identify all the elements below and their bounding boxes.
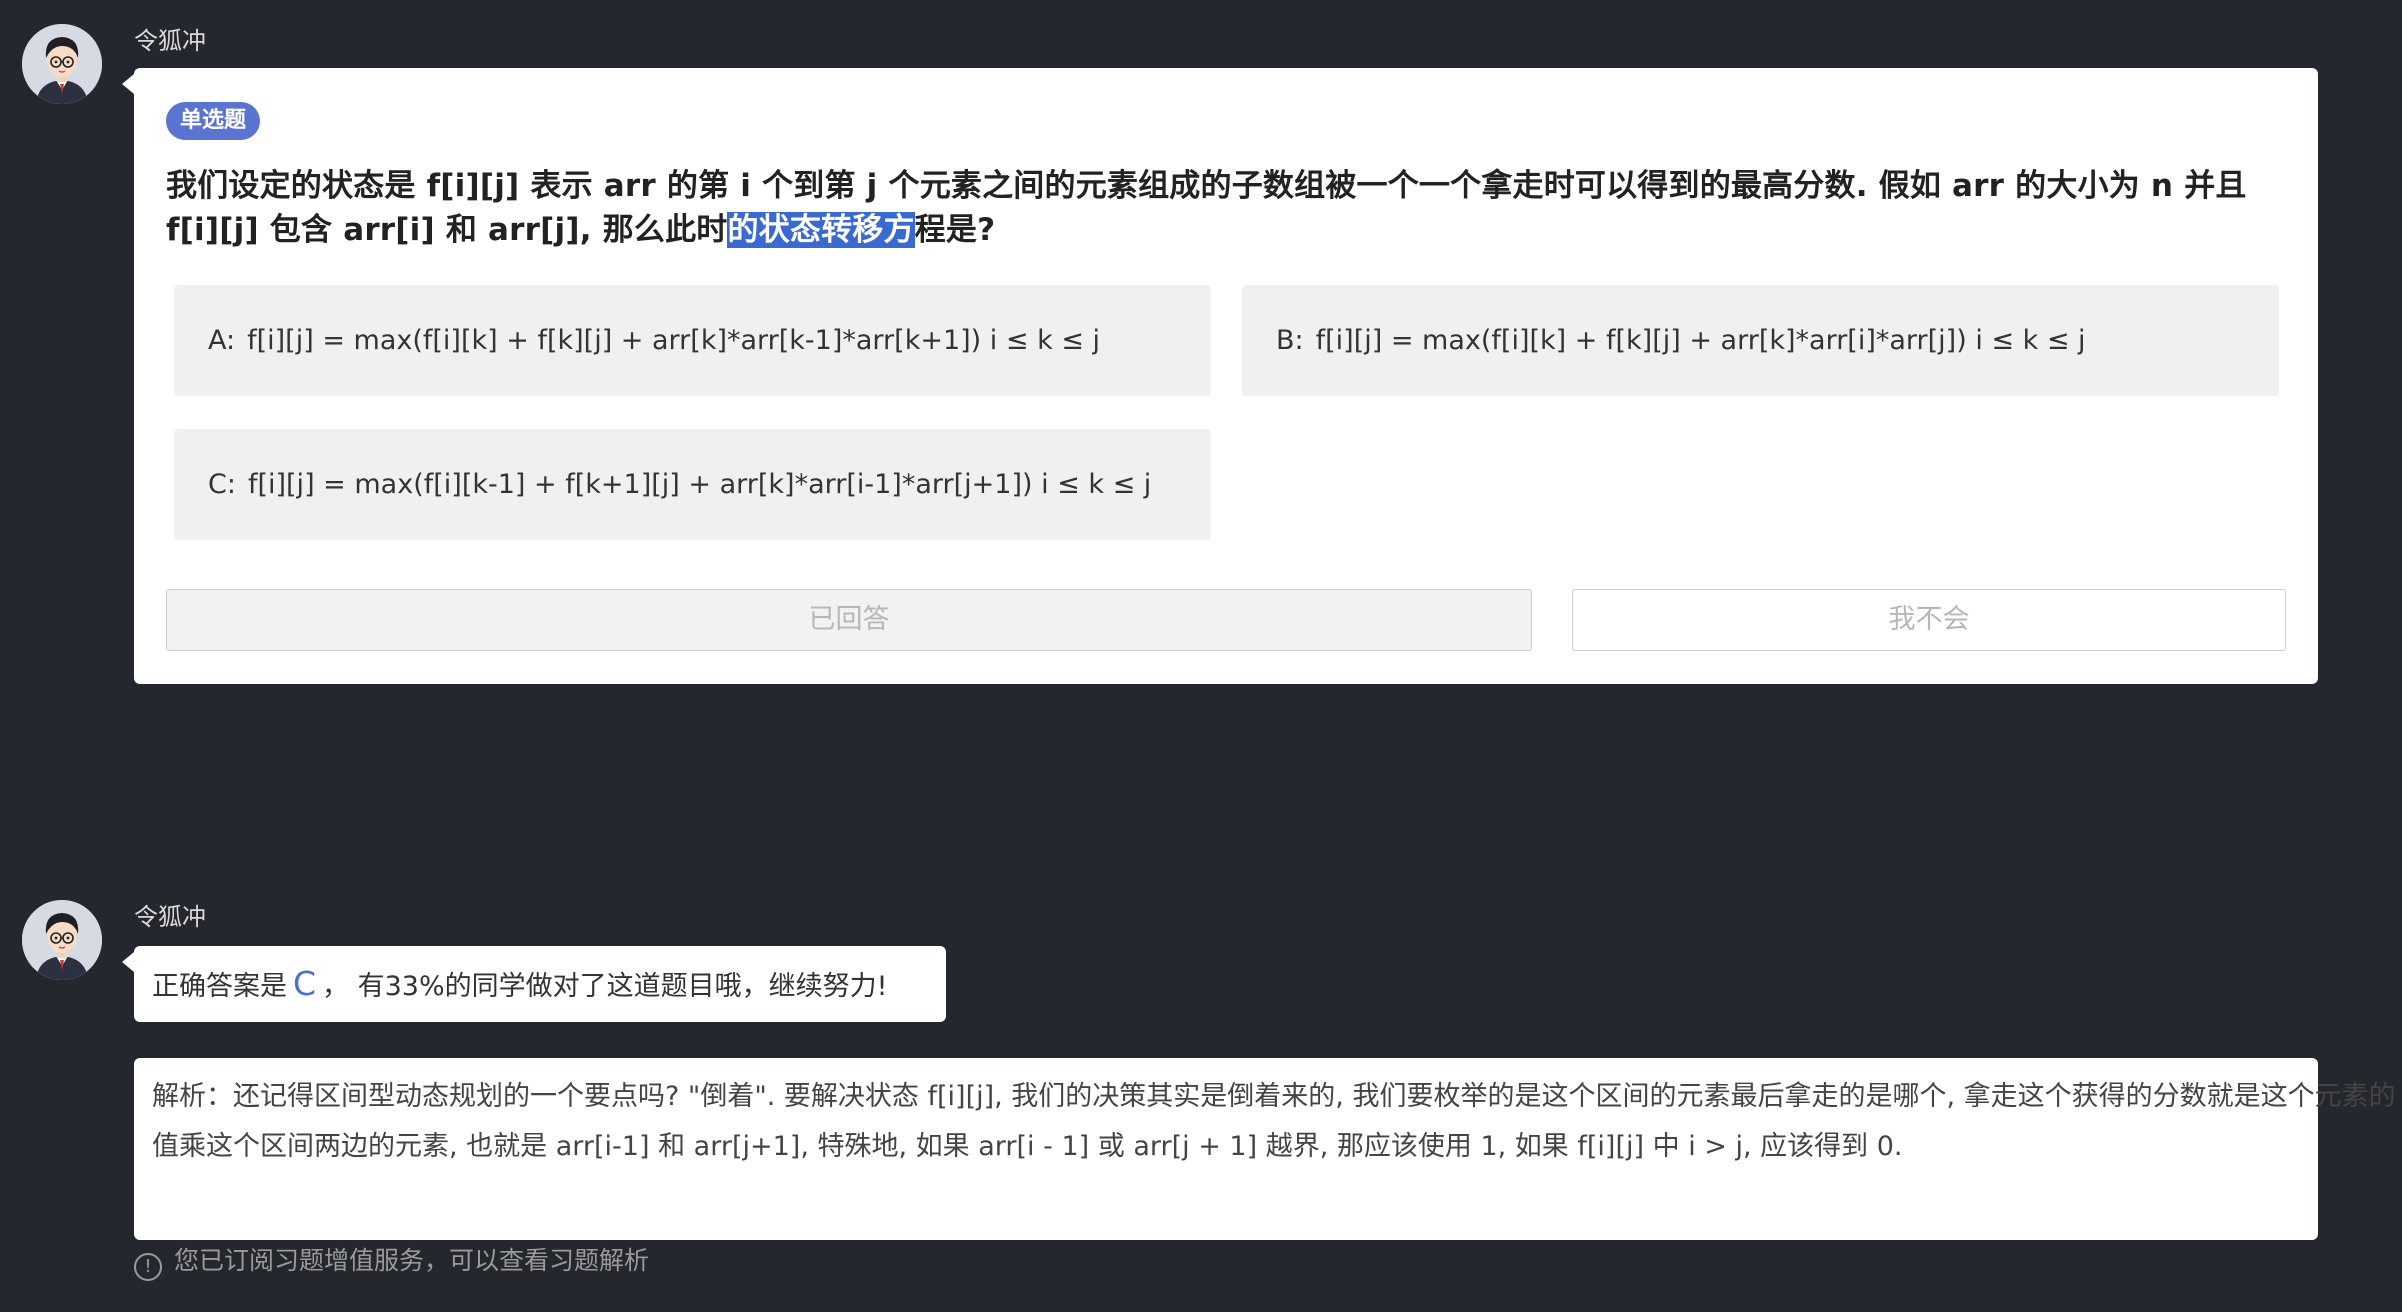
option-text: f[i][j] = max(f[i][k] + f[k][j] + arr[k]… (1315, 325, 2086, 356)
question-text-highlight: 的状态转移方 (727, 212, 915, 248)
option-text: f[i][j] = max(f[i][k] + f[k][j] + arr[k]… (247, 325, 1100, 356)
subscription-note: ! 您已订阅习题增值服务，可以查看习题解析 (134, 1244, 649, 1281)
question-text: 我们设定的状态是 f[i][j] 表示 arr 的第 i 个到第 j 个元素之间… (166, 164, 2286, 252)
option-b[interactable]: B: f[i][j] = max(f[i][k] + f[k][j] + arr[… (1242, 285, 2279, 396)
answer-prefix: 正确答案是 (152, 971, 287, 1002)
answered-button[interactable]: 已回答 (166, 589, 1532, 651)
answer-suffix: ， 有33%的同学做对了这道题目哦，继续努力! (322, 971, 888, 1002)
question-type-badge: 单选题 (166, 102, 261, 140)
bubble-tail (122, 952, 134, 972)
avatar[interactable] (22, 24, 102, 104)
user-avatar-icon (22, 24, 102, 104)
analysis-card: 解析：还记得区间型动态规划的一个要点吗? "倒着". 要解决状态 f[i][j]… (134, 1058, 2396, 1240)
option-key: C: (208, 469, 236, 500)
option-text: f[i][j] = max(f[i][k-1] + f[k+1][j] + ar… (247, 469, 1152, 500)
analysis-text: 解析：还记得区间型动态规划的一个要点吗? "倒着". 要解决状态 f[i][j]… (152, 1081, 2396, 1162)
question-text-part: 程是? (914, 212, 996, 248)
question-card: 单选题 我们设定的状态是 f[i][j] 表示 arr 的第 i 个到第 j 个… (134, 68, 2318, 684)
option-c[interactable]: C: f[i][j] = max(f[i][k-1] + f[k+1][j] + … (174, 429, 1211, 540)
info-icon: ! (134, 1253, 162, 1281)
dont-know-button[interactable]: 我不会 (1572, 589, 2286, 651)
user-avatar-icon (22, 900, 102, 980)
sender-name: 令狐冲 (134, 27, 206, 55)
answer-bubble: 正确答案是 C， 有33%的同学做对了这道题目哦，继续努力! (134, 946, 946, 1022)
avatar[interactable] (22, 900, 102, 980)
subscription-note-text: 您已订阅习题增值服务，可以查看习题解析 (174, 1246, 650, 1275)
option-key: B: (1276, 325, 1304, 356)
option-a[interactable]: A: f[i][j] = max(f[i][k] + f[k][j] + arr[… (174, 285, 1211, 396)
option-key: A: (208, 325, 236, 356)
question-text-part: 我们设定的状态是 f[i][j] 表示 arr 的第 i 个到第 j 个元素之间… (166, 168, 2247, 248)
bubble-tail (122, 74, 134, 94)
correct-answer-letter: C (293, 964, 317, 1003)
sender-name: 令狐冲 (134, 903, 206, 931)
answer-text: 正确答案是 C， 有33%的同学做对了这道题目哦，继续努力! (152, 946, 887, 1022)
